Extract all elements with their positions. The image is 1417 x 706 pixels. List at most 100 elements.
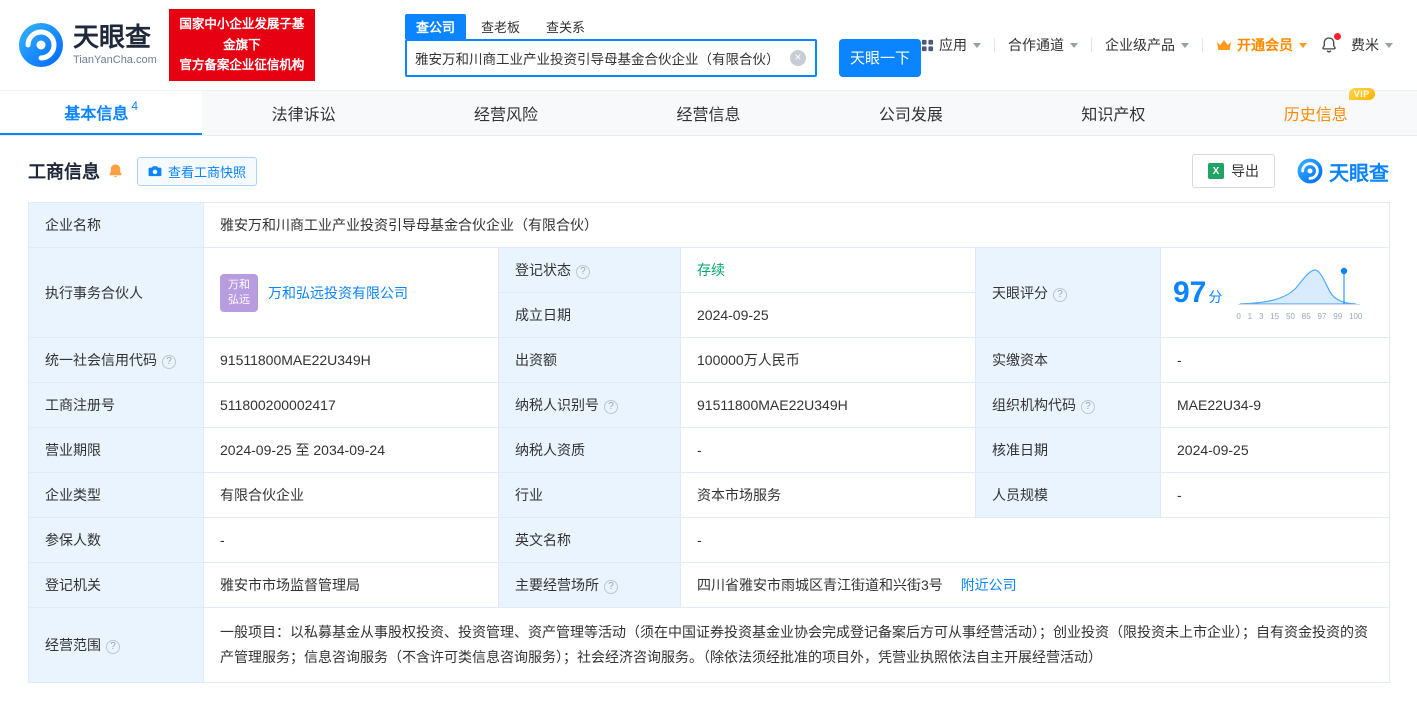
row-credit-code: 统一社会信用代码? 91511800MAE22U349H 出资额 100000万… <box>28 337 1390 383</box>
section-title: 工商信息 <box>28 162 100 182</box>
row-company-name: 企业名称 雅安万和川商工业产业投资引导母基金合伙企业（有限合伙） <box>28 202 1390 248</box>
value-business-scope: 一般项目：以私募基金从事股权投资、投资管理、资产管理等活动（须在中国证券投资基金… <box>203 606 1390 684</box>
label-industry: 行业 <box>498 472 681 518</box>
tab-risk-label: 经营风险 <box>474 107 539 124</box>
tab-company-development[interactable]: 公司发展 <box>810 91 1012 135</box>
value-tianyan-score[interactable]: 97 分 0 1 3 15 50 85 97 99 100 <box>1160 247 1390 338</box>
value-establish-date: 2024-09-25 <box>680 292 976 338</box>
tianyancha-watermark-icon <box>1297 158 1323 184</box>
clear-search-icon[interactable]: × <box>790 49 806 66</box>
info-icon[interactable]: ? <box>162 355 176 369</box>
tianyancha-company-page: 天眼查 TianYanCha.com 国家中小企业发展子基金旗下 官方备案企业征… <box>0 0 1417 706</box>
partner-company-link[interactable]: 万和弘远投资有限公司 <box>268 283 408 303</box>
value-taxpayer-id: 91511800MAE22U349H <box>680 382 976 428</box>
tab-basic-info[interactable]: 基本信息 4 <box>0 91 203 135</box>
score-value: 97 <box>1173 275 1207 309</box>
tab-operating-risk[interactable]: 经营风险 <box>405 91 607 135</box>
tab-operating-info[interactable]: 经营信息 <box>607 91 809 135</box>
tab-legal-proceedings[interactable]: 法律诉讼 <box>202 91 404 135</box>
section-tools: X 导出 天眼查 <box>1192 154 1389 188</box>
view-snapshot-label: 查看工商快照 <box>168 164 247 180</box>
search-input[interactable] <box>407 50 790 65</box>
tab-ip-label: 知识产权 <box>1081 107 1146 124</box>
info-icon[interactable]: ? <box>106 640 120 655</box>
label-business-address: 主要经营场所? <box>498 562 681 608</box>
nav-divider <box>1202 38 1203 52</box>
label-reg-status: 登记状态? <box>498 247 681 293</box>
value-company-name: 雅安万和川商工业产业投资引导母基金合伙企业（有限合伙） <box>203 202 1390 248</box>
value-insured-count: - <box>203 517 499 563</box>
value-approval-date: 2024-09-25 <box>1160 427 1390 473</box>
monitor-bell-button[interactable] <box>108 163 123 179</box>
value-reg-authority: 雅安市市场监督管理局 <box>203 562 499 608</box>
nav-apps-label: 应用 <box>939 37 967 53</box>
export-button[interactable]: X 导出 <box>1192 154 1275 188</box>
search-button[interactable]: 天眼一下 <box>839 38 921 77</box>
tianyancha-logo[interactable]: 天眼查 TianYanCha.com <box>18 22 157 68</box>
row-business-term: 营业期限 2024-09-25 至 2034-09-24 纳税人资质 - 核准日… <box>28 427 1390 473</box>
certification-badge: 国家中小企业发展子基金旗下 官方备案企业征信机构 <box>168 9 315 81</box>
info-icon[interactable]: ? <box>604 400 618 414</box>
value-staff-size: - <box>1160 472 1390 518</box>
chevron-down-icon <box>1385 42 1393 48</box>
info-icon[interactable]: ? <box>576 265 590 279</box>
top-header: 天眼查 TianYanCha.com 国家中小企业发展子基金旗下 官方备案企业征… <box>0 0 1417 90</box>
row-reg-authority: 登记机关 雅安市市场监督管理局 主要经营场所? 四川省雅安市雨城区青江街道和兴街… <box>28 562 1390 608</box>
label-reg-number: 工商注册号 <box>28 382 204 428</box>
value-capital: 100000万人民币 <box>680 337 976 383</box>
user-menu[interactable]: 费米 <box>1351 35 1393 55</box>
nav-open-vip[interactable]: 开通会员 <box>1216 35 1307 55</box>
score-unit: 分 <box>1208 288 1223 305</box>
label-company-name: 企业名称 <box>28 202 204 248</box>
tianyancha-logo-icon <box>19 23 63 67</box>
nearby-companies-link[interactable]: 附近公司 <box>961 577 1017 593</box>
label-capital: 出资额 <box>498 337 681 383</box>
label-taxpayer-quality: 纳税人资质 <box>498 427 681 473</box>
score-curve-icon <box>1238 267 1361 305</box>
row-partner-status: 执行事务合伙人 万和 弘远 万和弘远投资有限公司 登记状态? 存续 天眼评分? <box>28 247 1390 338</box>
label-business-term: 营业期限 <box>28 427 204 473</box>
username: 费米 <box>1351 37 1379 53</box>
label-establish-date: 成立日期 <box>498 292 681 338</box>
label-business-scope: 经营范围? <box>28 606 204 684</box>
info-icon[interactable]: ? <box>604 580 618 594</box>
tab-history-info[interactable]: 历史信息 VIP <box>1215 88 1417 135</box>
search-tab-relation[interactable]: 查关系 <box>535 14 596 39</box>
search-area: 查公司 查老板 查关系 × 天眼一下 <box>405 13 921 77</box>
nav-enterprise-products[interactable]: 企业级产品 <box>1105 35 1189 55</box>
view-snapshot-button[interactable]: 查看工商快照 <box>137 156 258 186</box>
nav-apps[interactable]: 应用 <box>921 35 981 55</box>
nav-partner-channel[interactable]: 合作通道 <box>1008 35 1078 55</box>
tab-history-label: 历史信息 <box>1283 107 1348 124</box>
nav-divider <box>1091 38 1092 52</box>
row-insured-count: 参保人数 - 英文名称 - <box>28 517 1390 563</box>
label-approval-date: 核准日期 <box>975 427 1161 473</box>
nav-divider <box>994 38 995 52</box>
label-tianyan-score: 天眼评分? <box>975 247 1161 338</box>
vip-badge: VIP <box>1348 88 1375 100</box>
search-box: × <box>405 38 817 77</box>
chevron-down-icon <box>1299 42 1307 48</box>
value-credit-code: 91511800MAE22U349H <box>203 337 499 383</box>
tab-basic-info-label: 基本信息 <box>64 106 129 123</box>
label-company-type: 企业类型 <box>28 472 204 518</box>
tab-operation-label: 经营信息 <box>676 107 741 124</box>
row-company-type: 企业类型 有限合伙企业 行业 资本市场服务 人员规模 - <box>28 472 1390 518</box>
chevron-down-icon <box>973 42 981 48</box>
chevron-down-icon <box>1181 42 1189 48</box>
tianyancha-watermark: 天眼查 <box>1297 157 1389 186</box>
label-org-code: 组织机构代码? <box>975 382 1161 428</box>
camera-icon <box>148 166 162 177</box>
label-taxpayer-id: 纳税人识别号? <box>498 382 681 428</box>
value-reg-number: 511800200002417 <box>203 382 499 428</box>
partner-avatar[interactable]: 万和 弘远 <box>220 273 258 312</box>
notification-bell[interactable] <box>1320 33 1341 54</box>
search-tab-boss[interactable]: 查老板 <box>470 14 531 39</box>
value-business-address: 四川省雅安市雨城区青江街道和兴街3号 附近公司 <box>680 562 1390 608</box>
chevron-down-icon <box>1070 42 1078 48</box>
info-icon[interactable]: ? <box>1053 287 1067 302</box>
row-reg-number: 工商注册号 511800200002417 纳税人识别号? 91511800MA… <box>28 382 1390 428</box>
info-icon[interactable]: ? <box>1081 400 1095 414</box>
tab-intellectual-property[interactable]: 知识产权 <box>1012 91 1214 135</box>
search-tab-company[interactable]: 查公司 <box>405 13 467 39</box>
